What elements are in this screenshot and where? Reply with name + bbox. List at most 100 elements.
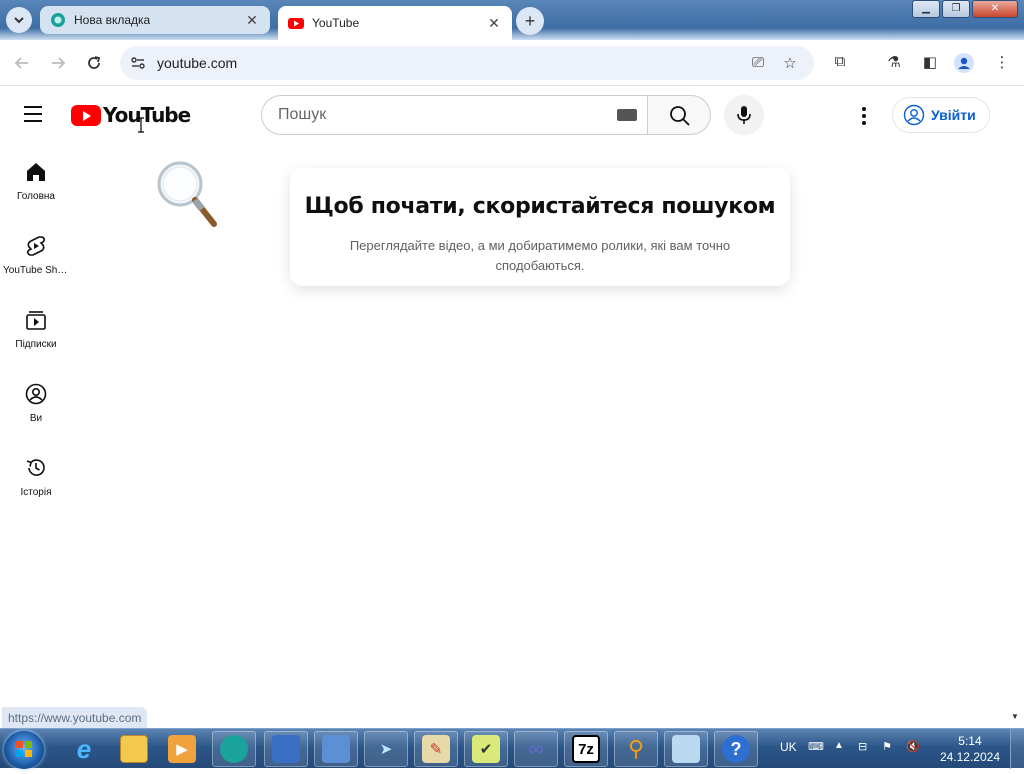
search-tool-icon: ⚲	[627, 736, 645, 761]
taskbar-7zip[interactable]: 7z	[564, 731, 608, 767]
microphone-icon	[737, 106, 751, 124]
clock-date: 24.12.2024	[939, 750, 1000, 764]
maximize-button[interactable]: ❐	[942, 0, 970, 18]
tray-expand-icon[interactable]: ▲	[834, 740, 844, 751]
taskbar-media-player[interactable]: ▶	[160, 731, 204, 767]
network-icon	[272, 735, 300, 763]
keyboard-layout-icon[interactable]: ⌨	[808, 740, 824, 753]
tab-title: Нова вкладка	[74, 13, 151, 27]
tab-youtube[interactable]: YouTube ✕	[278, 6, 512, 40]
browser-icon	[220, 735, 248, 763]
paint-icon: ✎	[422, 735, 450, 763]
address-bar[interactable]: youtube.com ⎚ ☆	[120, 46, 814, 80]
taskbar-ie[interactable]: e	[62, 731, 106, 767]
help-icon: ?	[722, 735, 750, 763]
profile-icon[interactable]	[954, 53, 974, 73]
hamburger-line	[24, 113, 42, 115]
subscriptions-icon	[26, 311, 46, 330]
history-icon	[26, 459, 45, 476]
site-info-icon[interactable]	[130, 55, 146, 71]
home-icon	[27, 163, 45, 181]
plus-icon: +	[524, 10, 536, 31]
remote-icon	[322, 735, 350, 763]
you-icon	[25, 383, 47, 405]
close-window-button[interactable]: ✕	[972, 0, 1018, 18]
browser-menu-icon[interactable]: ⋮	[992, 53, 1012, 73]
tab-title: YouTube	[312, 16, 360, 30]
taskbar-paint[interactable]: ✎	[414, 731, 458, 767]
sidebar-item-label: Історія	[20, 487, 52, 498]
back-button[interactable]	[8, 49, 36, 77]
chevron-down-icon	[14, 17, 24, 24]
empty-feed-title: Щоб почати, скористайтеся пошуком	[304, 194, 776, 219]
account-circle-icon	[903, 104, 925, 126]
sidebar-item-history[interactable]: Історія	[0, 439, 72, 513]
window-controls: ▁ ❐ ✕	[912, 0, 1018, 20]
arrow-left-icon	[14, 57, 28, 69]
labs-flask-icon[interactable]: ⚗	[884, 53, 904, 73]
taskbar-help[interactable]: ?	[714, 731, 758, 767]
forward-button[interactable]	[44, 49, 72, 77]
tab-new-tab[interactable]: Нова вкладка ✕	[40, 6, 270, 34]
network-tray-icon[interactable]: ⊟	[858, 740, 867, 753]
taskbar-editor[interactable]: ✔	[464, 731, 508, 767]
browser-favicon-icon	[51, 13, 65, 27]
sign-in-label: Увійти	[931, 107, 976, 123]
taskbar-infinity[interactable]: ∞	[514, 731, 558, 767]
youtube-logo[interactable]: YouTube	[71, 103, 191, 127]
browser-tab-strip: Нова вкладка ✕ YouTube ✕ + ▁ ❐ ✕	[0, 0, 1024, 40]
close-tab-icon[interactable]: ✕	[244, 12, 260, 28]
taskbar-browser[interactable]	[212, 731, 256, 767]
youtube-play-icon	[71, 104, 101, 126]
dot	[862, 121, 866, 125]
taskbar-explorer[interactable]	[112, 731, 156, 767]
sidebar-item-home[interactable]: Головна	[0, 143, 72, 217]
shorts-icon	[26, 236, 46, 256]
empty-feed-text: Переглядайте відео, а ми добиратимемо ро…	[349, 238, 731, 273]
keyboard-icon[interactable]	[617, 109, 637, 121]
voice-search-button[interactable]	[724, 95, 764, 135]
taskbar-remote[interactable]	[314, 731, 358, 767]
language-indicator[interactable]: UK	[780, 740, 797, 754]
sidebar-item-subscriptions[interactable]: Підписки	[0, 291, 72, 365]
7zip-icon: 7z	[572, 735, 600, 763]
search-input[interactable]	[278, 105, 598, 125]
action-center-flag-icon[interactable]: ⚑	[882, 740, 892, 753]
search-box	[261, 95, 647, 135]
extensions-icon[interactable]: ⧉	[830, 53, 850, 73]
text-cursor-icon	[138, 117, 144, 133]
search-icon	[670, 106, 690, 126]
sidebar-item-label: Підписки	[15, 339, 57, 350]
youtube-header: YouTube Увійти	[0, 87, 1024, 143]
tab-search-button[interactable]	[6, 7, 32, 33]
minimize-button[interactable]: ▁	[912, 0, 940, 18]
volume-muted-icon[interactable]: 🔇	[906, 740, 920, 753]
sidebar-item-shorts[interactable]: YouTube Shorts	[0, 217, 72, 291]
system-tray: UK ⌨ ▲ ⊟ ⚑ 🔇 5:14 24.12.2024	[774, 729, 1024, 769]
clock[interactable]: 5:14 24.12.2024	[940, 733, 1000, 765]
search-button[interactable]	[647, 95, 711, 135]
taskbar-notes[interactable]	[664, 731, 708, 767]
bookmark-star-icon[interactable]: ☆	[780, 54, 800, 72]
taskbar-telegram[interactable]: ➤	[364, 731, 408, 767]
settings-more-button[interactable]	[852, 104, 876, 128]
scroll-down-arrow-icon[interactable]: ▼	[1011, 712, 1019, 721]
show-desktop-button[interactable]	[1010, 729, 1024, 769]
reload-button[interactable]	[80, 49, 108, 77]
sidebar-item-you[interactable]: Ви	[0, 365, 72, 439]
start-button[interactable]	[4, 731, 44, 769]
taskbar-network[interactable]	[264, 731, 308, 767]
explorer-icon	[120, 735, 148, 763]
youtube-favicon-icon	[288, 18, 304, 29]
side-panel-icon[interactable]: ◧	[920, 53, 940, 73]
sign-in-button[interactable]: Увійти	[892, 97, 990, 133]
windows-taskbar: e ▶ ➤ ✎ ✔ ∞ 7z ⚲ ? UK ⌨ ▲ ⊟ ⚑ 🔇 5:14 24.…	[0, 728, 1024, 769]
taskbar-search-tool[interactable]: ⚲	[614, 731, 658, 767]
empty-feed-card: Щоб почати, скористайтеся пошуком Перегл…	[290, 168, 790, 286]
install-app-icon[interactable]: ⎚	[748, 54, 768, 72]
hamburger-icon	[24, 106, 42, 108]
editor-icon: ✔	[472, 735, 500, 763]
guide-menu-button[interactable]	[24, 106, 48, 124]
close-tab-icon[interactable]: ✕	[486, 15, 502, 31]
new-tab-button[interactable]: +	[516, 7, 544, 35]
